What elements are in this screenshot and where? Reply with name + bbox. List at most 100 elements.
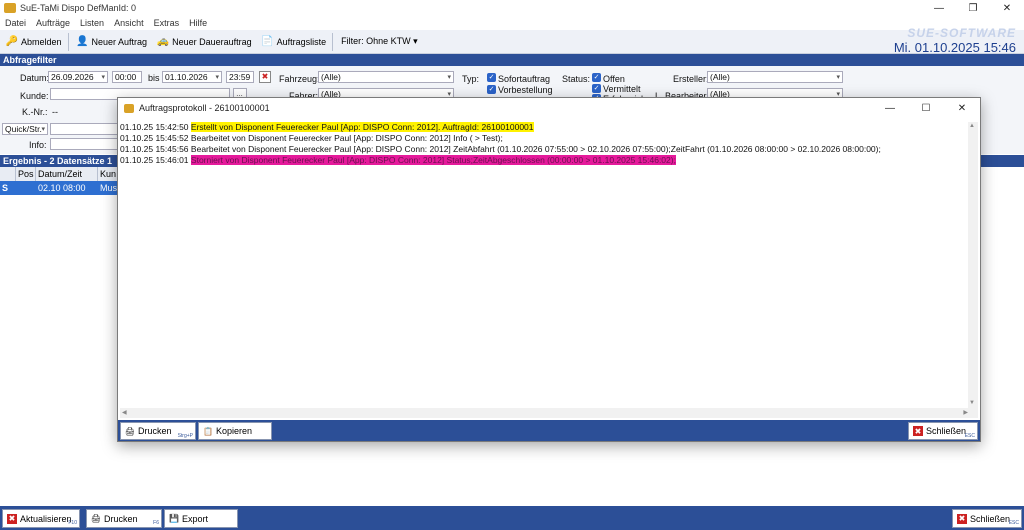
app-title: SuE-TaMi Dispo DefManId: 0 — [20, 3, 137, 13]
type-label: Typ: — [462, 74, 480, 84]
kno-label: K.-Nr.: — [22, 107, 48, 117]
row-datetime: 02.10 08:00 — [38, 183, 86, 193]
document-icon: 📄 — [261, 36, 274, 47]
menu-ansicht[interactable]: Ansicht — [109, 18, 149, 28]
close-icon: ✖ — [913, 426, 923, 436]
log-text-area[interactable]: 01.10.25 15:42:50 Erstellt von Disponent… — [120, 122, 970, 412]
chevron-down-icon: ▾ — [41, 126, 45, 133]
table-row[interactable]: S 02.10 08:00 Mus — [0, 181, 120, 195]
dialog-print-button[interactable]: 🖨 Drucken Strg+P — [120, 422, 196, 440]
creator-select[interactable]: (Alle) ▾ — [707, 71, 843, 83]
brand-area: SUE-SOFTWARE Mi. 01.10.2025 15:46 — [894, 26, 1016, 55]
restore-button[interactable]: ❐ — [956, 0, 990, 16]
refresh-icon: ✖ — [7, 513, 17, 524]
toolbar-separator — [67, 32, 69, 51]
vertical-scrollbar[interactable]: ▲ ▼ — [968, 122, 978, 418]
vehicle-label: Fahrzeug: — [279, 74, 320, 84]
checkbox-vorbestellung[interactable]: ✓ — [487, 85, 496, 94]
dialog-copy-button[interactable]: 📋 Kopieren — [198, 422, 272, 440]
printer-icon: 🖨 — [124, 426, 136, 436]
date-from-input[interactable]: 26.09.2026 ▾ — [48, 71, 108, 83]
dialog-minimize-button[interactable]: — — [872, 98, 908, 118]
checkbox-vermittelt[interactable]: ✓ — [592, 84, 601, 93]
checkbox-offen[interactable]: ✓ — [592, 73, 601, 82]
quick-street-select[interactable]: Quick/Str. ▾ — [2, 123, 48, 135]
dialog-maximize-button[interactable]: ☐ — [908, 98, 944, 118]
printer-icon: 🖨 — [90, 514, 102, 523]
bottom-bar: ✖ Aktualisieren F10 🖨 Drucken F6 💾 Expor… — [0, 506, 1024, 530]
customer-label: Kunde: — [20, 91, 49, 101]
filter-dropdown[interactable]: Filter: Ohne KTW ▾ — [337, 32, 422, 52]
log-line: 01.10.25 15:45:52 Bearbeitet von Dispone… — [120, 133, 503, 143]
app-logo-icon — [4, 3, 16, 13]
window-controls: — ❐ ✕ — [922, 0, 1024, 16]
brand-logo: SUE-SOFTWARE — [907, 26, 1016, 40]
scroll-left-icon[interactable]: ◀ — [122, 409, 127, 416]
time-to-input[interactable]: 23:59 — [226, 71, 254, 83]
app-logo-icon — [124, 103, 134, 113]
date-label: Datum: — [20, 73, 50, 83]
chevron-down-icon: ▾ — [101, 74, 105, 81]
dialog-footer: 🖨 Drucken Strg+P 📋 Kopieren ✖ Schließen … — [118, 420, 980, 441]
scroll-down-icon[interactable]: ▼ — [969, 400, 975, 406]
close-icon: ✖ — [957, 513, 967, 524]
info-label: Info: — [29, 140, 47, 150]
scroll-right-icon[interactable]: ▶ — [963, 409, 968, 416]
dialog-title: Auftragsprotokoll - 26100100001 — [139, 103, 270, 113]
quick-street-input[interactable] — [50, 123, 120, 135]
menu-bar: Datei Aufträge Listen Ansicht Extras Hil… — [0, 16, 1024, 30]
type-option-sofortauftrag: Sofortauftrag — [498, 74, 551, 84]
log-line: 01.10.25 15:46:01 Storniert von Disponen… — [120, 155, 676, 165]
order-list-button[interactable]: 📄 Auftragsliste — [258, 32, 331, 52]
toolbar-separator — [332, 32, 334, 51]
chevron-down-icon: ▾ — [215, 74, 219, 81]
checkbox-sofortauftrag[interactable]: ✓ — [487, 73, 496, 82]
type-option-vorbestellung: Vorbestellung — [498, 85, 553, 95]
result-grid-header: Pos Datum/Zeit Kun — [0, 167, 120, 181]
chevron-down-icon: ▾ — [447, 74, 451, 81]
date-to-input[interactable]: 01.10.2026 ▾ — [162, 71, 222, 83]
main-toolbar: 🔑 Abmelden 👤 Neuer Auftrag 🚕 Neuer Dauer… — [0, 30, 1024, 54]
export-button[interactable]: 💾 Export — [164, 509, 238, 528]
creator-label: Ersteller: — [673, 74, 709, 84]
dialog-close-button[interactable]: ✖ Schließen ESC — [908, 422, 978, 440]
row-flag: S — [2, 183, 9, 193]
status-label: Status: — [562, 74, 591, 84]
filter-header: Abfragefilter — [0, 54, 1024, 66]
info-input[interactable] — [50, 138, 120, 150]
user-add-icon: 👤 — [76, 36, 89, 47]
vehicle-select[interactable]: (Alle) ▾ — [318, 71, 454, 83]
dialog-titlebar: Auftragsprotokoll - 26100100001 — ☐ ✕ — [118, 98, 980, 118]
dialog-close-x-button[interactable]: ✕ — [944, 98, 980, 118]
close-window-button[interactable]: ✕ — [990, 0, 1024, 16]
copy-icon: 📋 — [203, 426, 213, 436]
app-titlebar: SuE-TaMi Dispo DefManId: 0 — ❐ ✕ — [0, 0, 1024, 16]
close-button[interactable]: ✖ Schließen ESC — [952, 509, 1022, 528]
menu-listen[interactable]: Listen — [75, 18, 109, 28]
dialog-window-controls: — ☐ ✕ — [872, 98, 980, 118]
bis-label: bis — [148, 73, 160, 83]
menu-extras[interactable]: Extras — [149, 18, 185, 28]
key-icon: 🔑 — [5, 36, 19, 47]
menu-auftraege[interactable]: Aufträge — [31, 18, 75, 28]
status-option-vermittelt: Vermittelt — [603, 84, 641, 94]
current-datetime: Mi. 01.10.2025 15:46 — [893, 40, 1016, 55]
horizontal-scrollbar[interactable]: ◀ ▶ — [120, 408, 970, 418]
menu-datei[interactable]: Datei — [0, 18, 31, 28]
reset-date-icon[interactable]: ✖ — [259, 71, 271, 83]
status-option-offen: Offen — [603, 74, 625, 84]
column-pos[interactable]: Pos — [16, 167, 36, 181]
time-from-input[interactable]: 00:00 — [112, 71, 142, 83]
new-standing-order-button[interactable]: 🚕 Neuer Dauerauftrag — [153, 32, 256, 52]
scroll-up-icon[interactable]: ▲ — [969, 123, 975, 129]
menu-hilfe[interactable]: Hilfe — [184, 18, 212, 28]
print-button[interactable]: 🖨 Drucken F6 — [86, 509, 162, 528]
disk-icon: 💾 — [169, 514, 179, 523]
new-order-button[interactable]: 👤 Neuer Auftrag — [73, 32, 152, 52]
column-datetime[interactable]: Datum/Zeit — [36, 167, 98, 181]
order-log-dialog: Auftragsprotokoll - 26100100001 — ☐ ✕ 01… — [117, 97, 981, 442]
refresh-button[interactable]: ✖ Aktualisieren F10 — [2, 509, 80, 528]
logout-button[interactable]: 🔑 Abmelden — [2, 32, 66, 52]
minimize-button[interactable]: — — [922, 0, 956, 16]
car-icon: 🚕 — [156, 36, 170, 47]
